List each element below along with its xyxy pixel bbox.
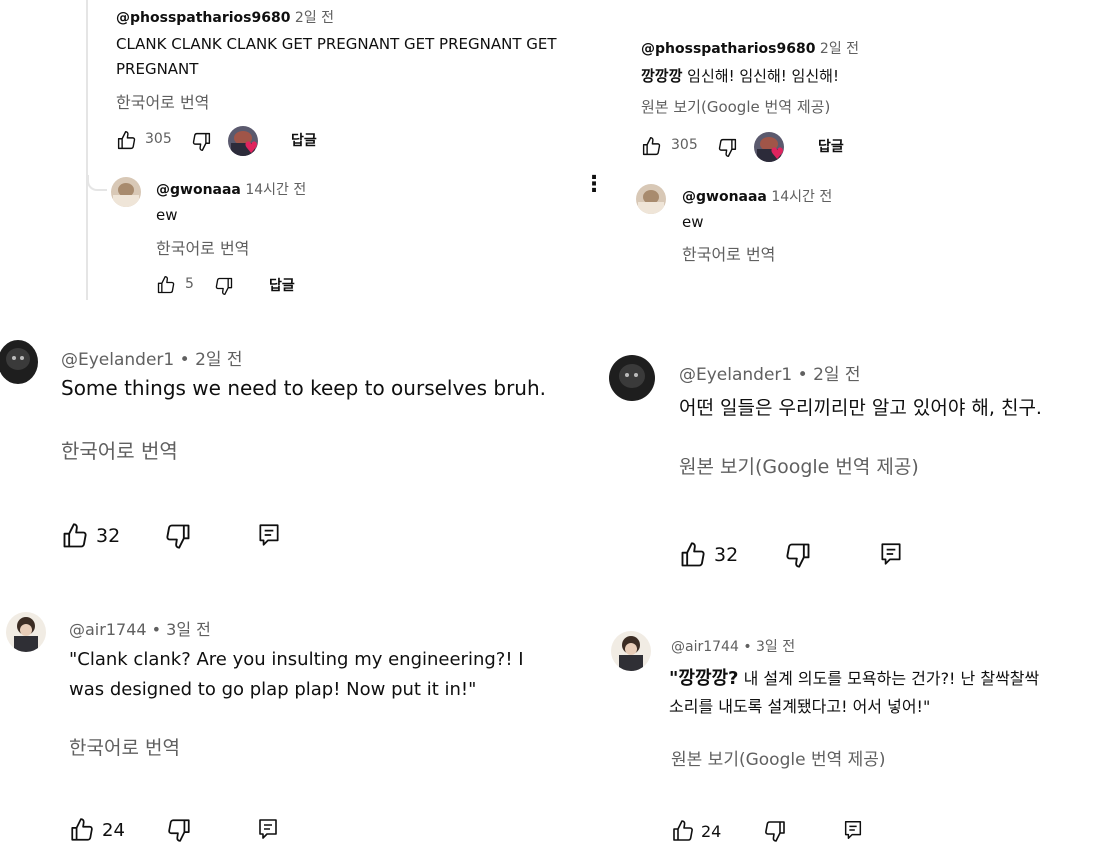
thumbs-up-icon[interactable] <box>679 541 707 569</box>
comment-author[interactable]: @air1744 <box>671 639 739 655</box>
reply-button[interactable]: 답글 <box>269 275 295 295</box>
comment-text-line2: PREGNANT <box>116 60 199 78</box>
comment-header: @Eyelander1 • 2일 전 <box>61 345 243 370</box>
comment-text: 어떤 일들은 우리끼리만 알고 있어야 해, 친구. <box>679 397 1042 419</box>
comment-time[interactable]: • 2일 전 <box>798 365 861 385</box>
reply-button[interactable]: 답글 <box>291 130 317 150</box>
thread-curve <box>87 175 107 191</box>
thumbs-down-icon[interactable] <box>166 817 192 843</box>
comment-text-line2: 소리를 내도록 설계됐다고! 어서 넣어!" <box>669 697 931 716</box>
thumbs-down-icon[interactable] <box>164 522 192 550</box>
view-original-link[interactable]: 원본 보기(Google 번역 제공) <box>679 452 919 479</box>
reply-comment-icon[interactable] <box>842 817 864 843</box>
thumbs-up-icon[interactable] <box>671 819 695 843</box>
comment-time[interactable]: 2일 전 <box>820 41 859 57</box>
thumbs-up-icon[interactable] <box>641 136 662 157</box>
view-original-link[interactable]: 원본 보기(Google 번역 제공) <box>671 745 886 770</box>
comment-time[interactable]: 14시간 전 <box>771 189 832 205</box>
thumbs-up-icon[interactable] <box>156 275 176 295</box>
comment-time[interactable]: • 2일 전 <box>180 350 243 370</box>
comment-author[interactable]: @air1744 <box>69 620 147 639</box>
comment-text: CLANK CLANK CLANK GET PREGNANT GET PREGN… <box>116 35 557 53</box>
comment-text-line2: was designed to go plap plap! Now put it… <box>69 679 477 700</box>
like-count: 5 <box>185 276 194 292</box>
avatar[interactable] <box>6 612 46 652</box>
comment-text-bold: 깡깡깡 <box>641 67 683 85</box>
thumbs-down-icon[interactable] <box>214 276 234 296</box>
comment-text-bold: "깡깡깡? <box>669 668 739 689</box>
comment-time[interactable]: 14시간 전 <box>245 182 306 198</box>
comment-text: Some things we need to keep to ourselves… <box>61 376 547 400</box>
comment-header: @Eyelander1 • 2일 전 <box>679 360 861 385</box>
translate-link[interactable]: 한국어로 번역 <box>61 435 178 464</box>
comment-text: "깡깡깡? 내 설계 의도를 모욕하는 건가?! 난 찰싹찰싹 <box>669 664 1039 690</box>
avatar[interactable] <box>611 631 651 671</box>
like-count: 24 <box>701 822 722 841</box>
comment-author[interactable]: @gwonaaa <box>156 182 241 198</box>
comment-time[interactable]: • 3일 전 <box>743 639 795 655</box>
thumbs-down-icon[interactable] <box>784 541 812 569</box>
thumbs-up-icon[interactable] <box>61 522 89 550</box>
translate-link[interactable]: 한국어로 번역 <box>116 89 209 113</box>
translate-link[interactable]: 한국어로 번역 <box>156 235 249 259</box>
reply-button[interactable]: 답글 <box>818 136 844 156</box>
like-count: 24 <box>102 820 125 841</box>
thumbs-up-icon[interactable] <box>116 130 137 151</box>
comment-header: @phosspatharios9680 2일 전 <box>116 7 334 27</box>
comment-author[interactable]: @phosspatharios9680 <box>116 10 290 26</box>
comment-author[interactable]: @Eyelander1 <box>679 365 792 385</box>
comment-author[interactable]: @Eyelander1 <box>61 350 174 370</box>
thumbs-up-icon[interactable] <box>69 817 95 843</box>
comment-author[interactable]: @phosspatharios9680 <box>641 41 815 57</box>
like-count: 305 <box>671 137 698 153</box>
comment-header: @air1744 • 3일 전 <box>69 616 211 640</box>
more-vert-icon[interactable]: ⋮ <box>583 174 605 196</box>
view-original-link[interactable]: 원본 보기(Google 번역 제공) <box>641 96 830 117</box>
comment-text: ew <box>156 206 178 224</box>
comment-header: @gwonaaa 14시간 전 <box>682 186 832 206</box>
comment-text: ew <box>682 213 704 231</box>
comment-time[interactable]: 2일 전 <box>295 10 334 26</box>
like-count: 32 <box>96 525 121 547</box>
avatar[interactable] <box>636 184 666 214</box>
avatar[interactable] <box>0 340 38 384</box>
comment-text-rest: 임신해! 임신해! 임신해! <box>682 67 839 85</box>
comment-text: "Clank clank? Are you insulting my engin… <box>69 649 524 670</box>
reply-comment-icon[interactable] <box>256 520 282 550</box>
comment-author[interactable]: @gwonaaa <box>682 189 767 205</box>
translate-link[interactable]: 한국어로 번역 <box>682 241 775 265</box>
comment-time[interactable]: • 3일 전 <box>152 620 211 639</box>
creator-heart-icon: ♥ <box>244 138 259 157</box>
comment-header: @phosspatharios9680 2일 전 <box>641 38 859 58</box>
comment-header: @air1744 • 3일 전 <box>671 636 795 656</box>
reply-comment-icon[interactable] <box>256 815 280 843</box>
comment-text-rest: 내 설계 의도를 모욕하는 건가?! 난 찰싹찰싹 <box>738 669 1040 688</box>
creator-heart-icon: ♥ <box>770 144 785 163</box>
like-count: 32 <box>714 544 739 566</box>
comment-header: @gwonaaa 14시간 전 <box>156 179 306 199</box>
avatar[interactable] <box>609 355 655 401</box>
reply-comment-icon[interactable] <box>878 539 904 569</box>
thumbs-down-icon[interactable] <box>717 137 738 158</box>
thumbs-down-icon[interactable] <box>191 131 212 152</box>
thread-line <box>86 0 88 300</box>
avatar[interactable] <box>111 177 141 207</box>
like-count: 305 <box>145 131 172 147</box>
thumbs-down-icon[interactable] <box>763 819 787 843</box>
translate-link[interactable]: 한국어로 번역 <box>69 733 180 760</box>
comment-text: 깡깡깡 임신해! 임신해! 임신해! <box>641 65 839 86</box>
